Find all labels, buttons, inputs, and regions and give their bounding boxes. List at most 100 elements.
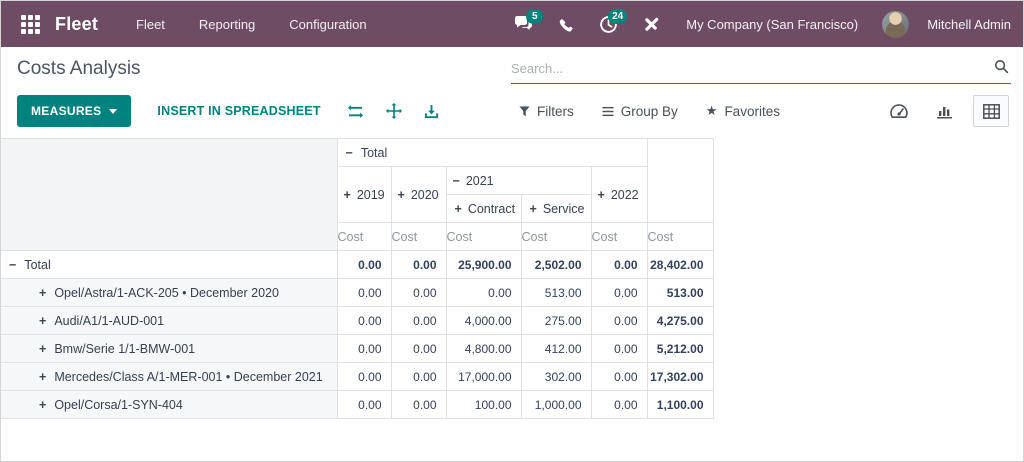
row-header-vehicle[interactable]: + Opel/Corsa/1-SYN-404	[1, 390, 338, 419]
expand-icon[interactable]: +	[398, 188, 405, 202]
menu-fleet[interactable]: Fleet	[136, 17, 165, 32]
phone-icon	[559, 18, 574, 32]
menu-reporting[interactable]: Reporting	[199, 17, 255, 32]
row-header-vehicle[interactable]: + Mercedes/Class A/1-MER-001 • December 2…	[1, 362, 338, 391]
expand-all-icon[interactable]	[385, 103, 402, 119]
pivot-table: − Total +2019 +2020 −2021 +2022 + Contra…	[1, 138, 714, 419]
measure-header-cost[interactable]: Cost	[445, 222, 522, 251]
cell-value: 4,800.00	[445, 334, 522, 363]
search-facets: Filters Group By ★ Favorites	[519, 103, 780, 119]
cell-value: 0.00	[336, 278, 392, 307]
company-switcher[interactable]: My Company (San Francisco)	[686, 17, 858, 32]
expand-icon[interactable]: +	[39, 342, 46, 356]
pivot-view-button[interactable]	[973, 95, 1009, 127]
navbar-systray: 5 24 My Company (San Francisco) Mitchell…	[508, 8, 1011, 40]
row-header-vehicle-label: Audi/A1/1-AUD-001	[54, 313, 165, 328]
app-name[interactable]: Fleet	[55, 14, 98, 35]
column-group-total-label: Total	[360, 145, 388, 160]
cell-value: 0.00	[390, 306, 447, 335]
menu-configuration[interactable]: Configuration	[289, 17, 366, 32]
row-header-vehicle-label: Bmw/Serie 1/1-BMW-001	[54, 341, 196, 356]
cell-value: 4,000.00	[445, 306, 522, 335]
measure-header-cost[interactable]: Cost	[520, 222, 592, 251]
app-window: Fleet Fleet Reporting Configuration 5 24…	[0, 0, 1024, 462]
flip-axis-icon[interactable]	[347, 104, 364, 119]
user-avatar[interactable]	[882, 10, 910, 38]
row-header-total[interactable]: − Total	[1, 250, 338, 279]
collapse-icon[interactable]: −	[9, 258, 16, 272]
tachometer-icon	[890, 104, 908, 118]
collapse-icon[interactable]: −	[453, 174, 460, 188]
table-row: + Opel/Corsa/1-SYN-404 0.00 0.00 100.00 1…	[1, 390, 714, 419]
expand-icon[interactable]: +	[455, 202, 462, 216]
debug-tools-button[interactable]	[634, 8, 666, 40]
row-total-column-header	[646, 138, 714, 223]
measures-label: MEASURES	[31, 104, 102, 118]
expand-icon[interactable]: +	[598, 188, 605, 202]
expand-icon[interactable]: +	[39, 286, 46, 300]
column-group-total[interactable]: − Total	[336, 138, 648, 167]
column-header-2021[interactable]: −2021	[445, 166, 592, 195]
activities-button[interactable]: 24	[592, 8, 628, 40]
main-menu: Fleet Reporting Configuration	[136, 17, 367, 32]
cell-value: 0.00	[390, 334, 447, 363]
column-header-service[interactable]: + Service	[520, 194, 592, 223]
cell-value: 0.00	[590, 306, 648, 335]
collapse-icon[interactable]: −	[346, 146, 353, 160]
cell-value: 0.00	[390, 362, 447, 391]
pivot-view: − Total +2019 +2020 −2021 +2022 + Contra…	[1, 138, 1023, 419]
favorites-button[interactable]: ★ Favorites	[706, 103, 780, 119]
filters-button[interactable]: Filters	[519, 104, 574, 119]
search-bar	[511, 54, 1011, 84]
table-row-total: − Total 0.00 0.00 25,900.00 2,502.00 0.00…	[1, 250, 714, 279]
table-row: + Bmw/Serie 1/1-BMW-001 0.00 0.00 4,800.0…	[1, 334, 714, 363]
row-header-vehicle[interactable]: + Opel/Astra/1-ACK-205 • December 2020	[1, 278, 338, 307]
cell-value: 0.00	[590, 278, 648, 307]
grid-icon	[20, 14, 40, 34]
search-icon[interactable]	[994, 59, 1009, 79]
messages-button[interactable]: 5	[508, 8, 544, 40]
insert-in-spreadsheet-button[interactable]: INSERT IN SPREADSHEET	[157, 104, 320, 118]
search-input[interactable]	[511, 61, 994, 76]
cell-value-total: 513.00	[646, 278, 714, 307]
measure-header-cost[interactable]: Cost	[390, 222, 447, 251]
measures-button[interactable]: MEASURES	[17, 95, 132, 127]
measure-header-cost[interactable]: Cost	[646, 222, 714, 251]
user-menu[interactable]: Mitchell Admin	[927, 17, 1011, 32]
column-header-2020[interactable]: +2020	[390, 166, 447, 223]
bar-chart-view-button[interactable]	[927, 95, 963, 127]
cell-value-total: 17,302.00	[646, 362, 714, 391]
group-by-button[interactable]: Group By	[602, 104, 678, 119]
column-header-2019-label: 2019	[356, 187, 385, 202]
expand-icon[interactable]: +	[39, 370, 46, 384]
row-header-vehicle[interactable]: + Bmw/Serie 1/1-BMW-001	[1, 334, 338, 363]
activities-count-badge: 24	[608, 9, 628, 24]
row-header-vehicle-label: Mercedes/Class A/1-MER-001 • December 20…	[54, 369, 323, 384]
column-header-2020-label: 2020	[410, 187, 439, 202]
dashboard-view-button[interactable]	[881, 95, 917, 127]
column-header-contract[interactable]: + Contract	[446, 194, 522, 223]
view-switcher	[881, 95, 1009, 127]
apps-menu-icon[interactable]	[13, 7, 47, 41]
cell-value: 0.00	[590, 390, 648, 419]
bar-chart-icon	[936, 106, 952, 118]
expand-icon[interactable]: +	[530, 202, 537, 216]
column-header-2019[interactable]: +2019	[337, 166, 392, 223]
top-navbar: Fleet Fleet Reporting Configuration 5 24…	[1, 1, 1023, 47]
phone-button[interactable]	[550, 8, 582, 40]
pivot-toolbar-icons	[347, 103, 439, 119]
cell-value: 0.00	[336, 250, 392, 279]
table-row: + Audi/A1/1-AUD-001 0.00 0.00 4,000.00 27…	[1, 306, 714, 335]
expand-icon[interactable]: +	[39, 314, 46, 328]
measure-header-cost[interactable]: Cost	[337, 222, 392, 251]
measure-header-cost[interactable]: Cost	[590, 222, 648, 251]
download-icon[interactable]	[424, 104, 439, 119]
group-by-label: Group By	[620, 103, 678, 119]
expand-icon[interactable]: +	[39, 398, 46, 412]
cell-value: 0.00	[445, 278, 522, 307]
row-header-vehicle[interactable]: + Audi/A1/1-AUD-001	[1, 306, 338, 335]
cell-value: 0.00	[590, 250, 648, 279]
expand-icon[interactable]: +	[344, 188, 351, 202]
breadcrumb-row: Costs Analysis	[1, 47, 1023, 91]
column-header-2022[interactable]: +2022	[590, 166, 648, 223]
